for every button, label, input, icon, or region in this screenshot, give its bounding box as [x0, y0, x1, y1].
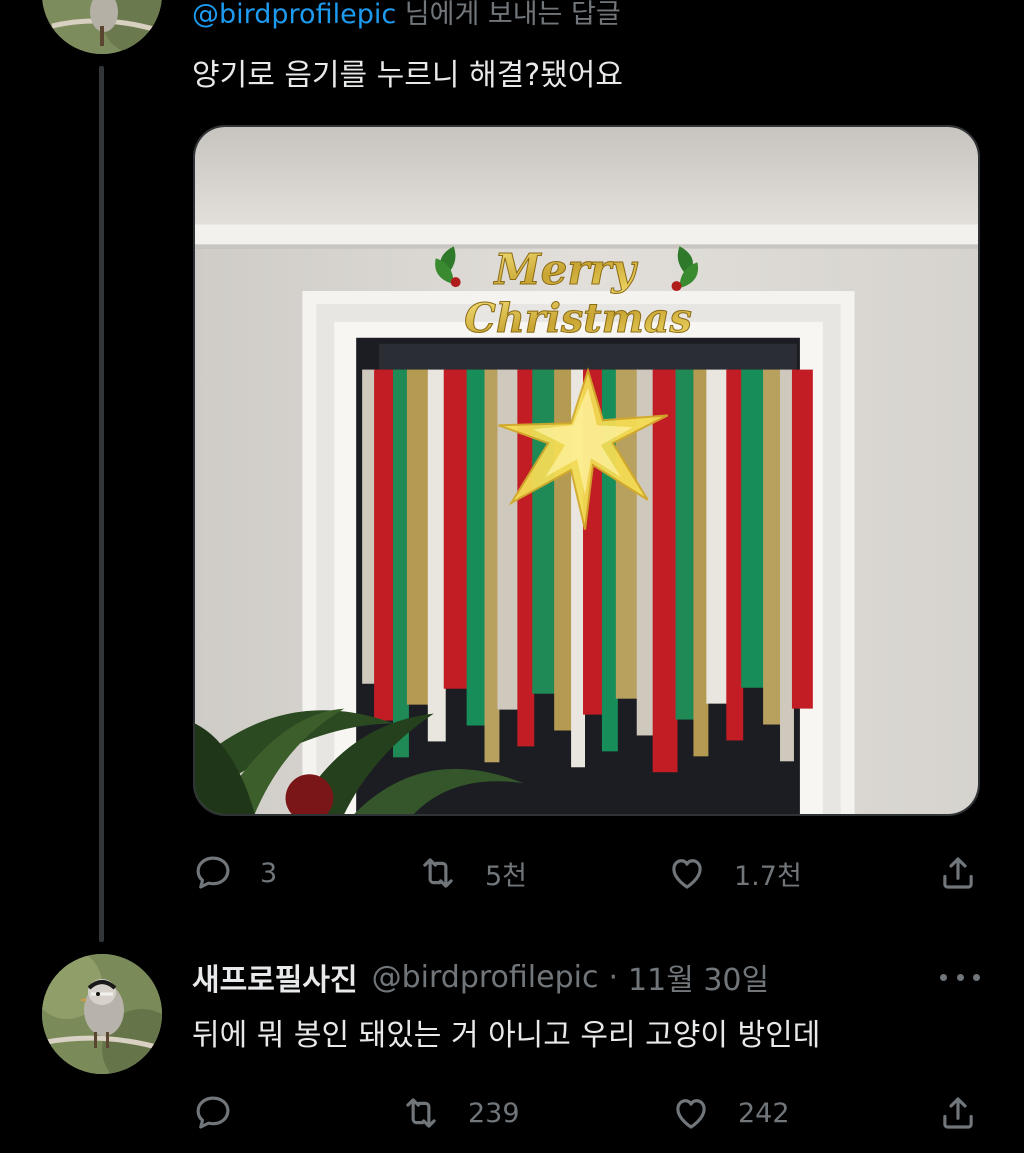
christmas-curtain-photo: Merry Christmas [195, 127, 978, 814]
reply-icon [196, 856, 230, 889]
retweet-icon [406, 1098, 436, 1128]
share-icon [943, 1097, 973, 1129]
streamer-strip [652, 369, 678, 773]
sign-merry-text: Merry [493, 245, 639, 294]
share-button[interactable] [937, 848, 979, 898]
replying-to-label: @birdprofilepic 님에게 보내는 답글 [192, 0, 621, 31]
more-dot [940, 973, 947, 981]
reply-to-suffix: 님에게 보내는 답글 [396, 0, 621, 30]
streamer-strip [693, 369, 709, 757]
header-separator: · [608, 959, 619, 995]
streamer-strip [726, 369, 744, 741]
like-count: 242 [738, 1097, 790, 1129]
share-button[interactable] [937, 1088, 979, 1138]
streamer-strip [741, 369, 766, 688]
reply-button[interactable]: 3 [192, 848, 277, 898]
heart-icon [672, 859, 702, 889]
like-button[interactable]: 242 [670, 1088, 790, 1138]
streamer-strip [406, 369, 430, 705]
retweet-button[interactable]: 5천 [417, 848, 527, 898]
like-button[interactable]: 1.7천 [666, 848, 802, 898]
avatar-tweet1[interactable] [42, 0, 162, 54]
tweet2-text: 뒤에 뭐 봉인 돼있는 거 아니고 우리 고양이 방인데 [192, 1018, 821, 1053]
more-icon[interactable] [940, 960, 980, 994]
sign-christmas-text: Christmas [464, 296, 692, 342]
timeline: @birdprofilepic 님에게 보내는 답글 양기로 음기를 누르니 해… [0, 0, 1024, 1153]
streamer-strip [497, 369, 520, 710]
tweet2-action-bar: 239 242 [192, 1088, 992, 1138]
reply-button[interactable] [192, 1088, 260, 1138]
retweet-count: 5천 [485, 860, 528, 892]
streamer-strip [392, 369, 409, 758]
like-count: 1.7천 [734, 860, 802, 892]
retweet-button[interactable]: 239 [400, 1088, 520, 1138]
tweet1-action-bar: 3 5천 1.7천 [192, 848, 992, 898]
streamer-strip [466, 369, 487, 726]
streamer-strip [780, 369, 794, 762]
heart-icon [676, 1099, 706, 1129]
tweet2-header: 새프로필사진 @birdprofilepic · 11월 30일 [192, 955, 769, 999]
streamer-strip [374, 369, 395, 721]
tweet-date[interactable]: 11월 30일 [628, 955, 769, 999]
user-handle[interactable]: @birdprofilepic [372, 960, 599, 995]
more-dot [973, 973, 980, 981]
streamer-strip [427, 369, 446, 742]
display-name[interactable]: 새프로필사진 [192, 955, 358, 999]
avatar-tweet2[interactable] [42, 954, 162, 1074]
streamer-strip [532, 369, 557, 694]
streamer-strip [763, 369, 783, 725]
bird-avatar-image [42, 0, 162, 54]
streamer-strip [706, 369, 729, 704]
retweet-count: 239 [468, 1097, 520, 1129]
tweet1-text: 양기로 음기를 누르니 해결?됐어요 [192, 58, 623, 93]
retweet-icon [423, 858, 453, 888]
thread-connector-line [99, 66, 104, 942]
more-dot [956, 973, 964, 981]
streamer-strip [675, 369, 696, 720]
share-icon [943, 857, 973, 889]
streamer-strip [443, 369, 469, 689]
streamer-strip [362, 369, 377, 684]
streamer-strip [484, 369, 500, 763]
reply-icon [196, 1096, 230, 1129]
streamer-strip [791, 369, 813, 709]
reply-to-handle-link[interactable]: @birdprofilepic [192, 0, 396, 30]
reply-count: 3 [260, 857, 278, 889]
tweet1-photo[interactable]: Merry Christmas [193, 125, 980, 816]
bird-avatar-image [42, 954, 162, 1074]
